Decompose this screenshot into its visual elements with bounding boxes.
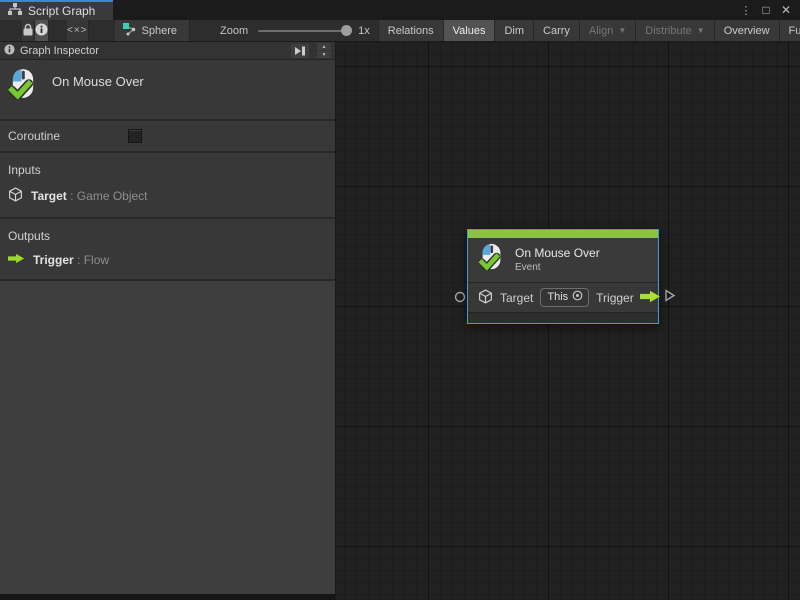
coroutine-label: Coroutine <box>8 129 128 143</box>
toolbar-button-align: Align▼ <box>579 20 635 41</box>
input-name: Target <box>31 189 67 203</box>
panel-spinner: ▲ ▼ <box>317 43 331 58</box>
spinner-down-icon[interactable]: ▼ <box>317 51 331 58</box>
toolbar-button-values[interactable]: Values <box>443 20 495 41</box>
cube-icon <box>8 187 23 205</box>
unit-title-section: On Mouse Over <box>0 60 335 121</box>
maximize-icon[interactable]: □ <box>758 2 774 18</box>
toolbar-button-distribute: Distribute▼ <box>635 20 713 41</box>
graph-reference-button[interactable]: Sphere <box>115 20 190 41</box>
inputs-title: Inputs <box>0 153 335 181</box>
input-type: : Game Object <box>70 189 147 203</box>
toolbar-button-dim[interactable]: Dim <box>494 20 533 41</box>
on-mouse-over-node[interactable]: On Mouse Over Event Target This <box>467 229 659 324</box>
node-title: On Mouse Over <box>515 246 600 260</box>
coroutine-section: Coroutine <box>0 121 335 153</box>
toolbar-button-relations[interactable]: Relations <box>378 20 443 41</box>
info-icon <box>4 42 15 60</box>
lock-icon <box>22 23 34 39</box>
outputs-title: Outputs <box>0 219 335 247</box>
kebab-menu-icon[interactable]: ⋮ <box>738 2 754 18</box>
node-header[interactable]: On Mouse Over Event <box>468 238 658 282</box>
tab-script-graph[interactable]: Script Graph <box>0 0 113 20</box>
chevron-down-icon: ▼ <box>618 26 626 35</box>
zoom-control: Zoom 1x <box>220 20 370 41</box>
zoom-value: 1x <box>358 25 370 37</box>
close-icon[interactable]: ✕ <box>778 2 794 18</box>
spinner-up-icon[interactable]: ▲ <box>317 43 331 50</box>
chevron-down-icon: ▼ <box>697 26 705 35</box>
output-name: Trigger <box>33 253 74 267</box>
output-port-row: Trigger : Flow <box>0 247 335 279</box>
script-graph-asset-icon <box>123 23 136 39</box>
output-type: : Flow <box>77 253 109 267</box>
window-controls: ⋮ □ ✕ <box>738 0 800 20</box>
cube-icon <box>478 289 493 307</box>
flow-arrow-icon[interactable] <box>640 290 661 306</box>
event-color-bar <box>468 230 658 238</box>
tab-bar: Script Graph ⋮ □ ✕ <box>0 0 800 20</box>
target-port-label: Target <box>500 291 533 305</box>
zoom-slider[interactable] <box>258 30 350 32</box>
zoom-label: Zoom <box>220 25 248 37</box>
node-subtitle: Event <box>515 262 600 273</box>
graph-canvas[interactable]: On Mouse Over Event Target This <box>336 42 800 600</box>
script-graph-window: Script Graph ⋮ □ ✕ <box>0 0 800 600</box>
toolbar-button-carry[interactable]: Carry <box>533 20 579 41</box>
toolbar-button-overview[interactable]: Overview <box>714 20 779 41</box>
tab-label: Script Graph <box>28 4 95 18</box>
graph-inspector-panel: Graph Inspector ▲ ▼ <box>0 42 336 594</box>
target-value-field[interactable]: This <box>540 288 589 307</box>
toolbar-button-fullscreen[interactable]: Full Screen <box>779 20 800 41</box>
zoom-slider-handle[interactable] <box>341 25 352 36</box>
toolbar-buttons: Relations Values Dim Carry Align▼ Distri… <box>378 20 800 41</box>
unit-title: On Mouse Over <box>52 74 144 89</box>
object-picker-icon[interactable] <box>572 290 583 304</box>
dock-panel-button[interactable] <box>291 44 309 58</box>
graph-toolbar: <×> Sphere Zoom 1x Relations Values <box>0 20 800 42</box>
node-right-edge-port[interactable] <box>664 289 676 307</box>
code-view-button[interactable]: <×> <box>67 20 89 41</box>
trigger-port-label: Trigger <box>596 291 634 305</box>
mouse-event-icon <box>8 68 38 105</box>
coroutine-checkbox[interactable] <box>128 129 142 143</box>
inspector-empty-area <box>0 281 335 594</box>
code-icon: <×> <box>67 25 88 36</box>
node-port-row: Target This Trigger <box>468 282 658 312</box>
inspector-title: Graph Inspector <box>20 45 286 57</box>
outputs-section: Outputs Trigger : Flow <box>0 219 335 281</box>
inspector-header: Graph Inspector ▲ ▼ <box>0 42 335 60</box>
node-footer <box>468 312 658 323</box>
inspector-toggle-button[interactable] <box>35 20 49 41</box>
graph-name-label: Sphere <box>142 25 177 37</box>
flow-arrow-icon <box>8 253 25 267</box>
info-icon <box>35 23 48 39</box>
inputs-section: Inputs Target : Game Object <box>0 153 335 219</box>
lock-button[interactable] <box>22 20 35 41</box>
mouse-event-icon <box>478 243 505 276</box>
node-left-edge-port[interactable] <box>454 290 466 308</box>
graph-hierarchy-icon <box>8 2 22 20</box>
input-port-row: Target : Game Object <box>0 181 335 217</box>
